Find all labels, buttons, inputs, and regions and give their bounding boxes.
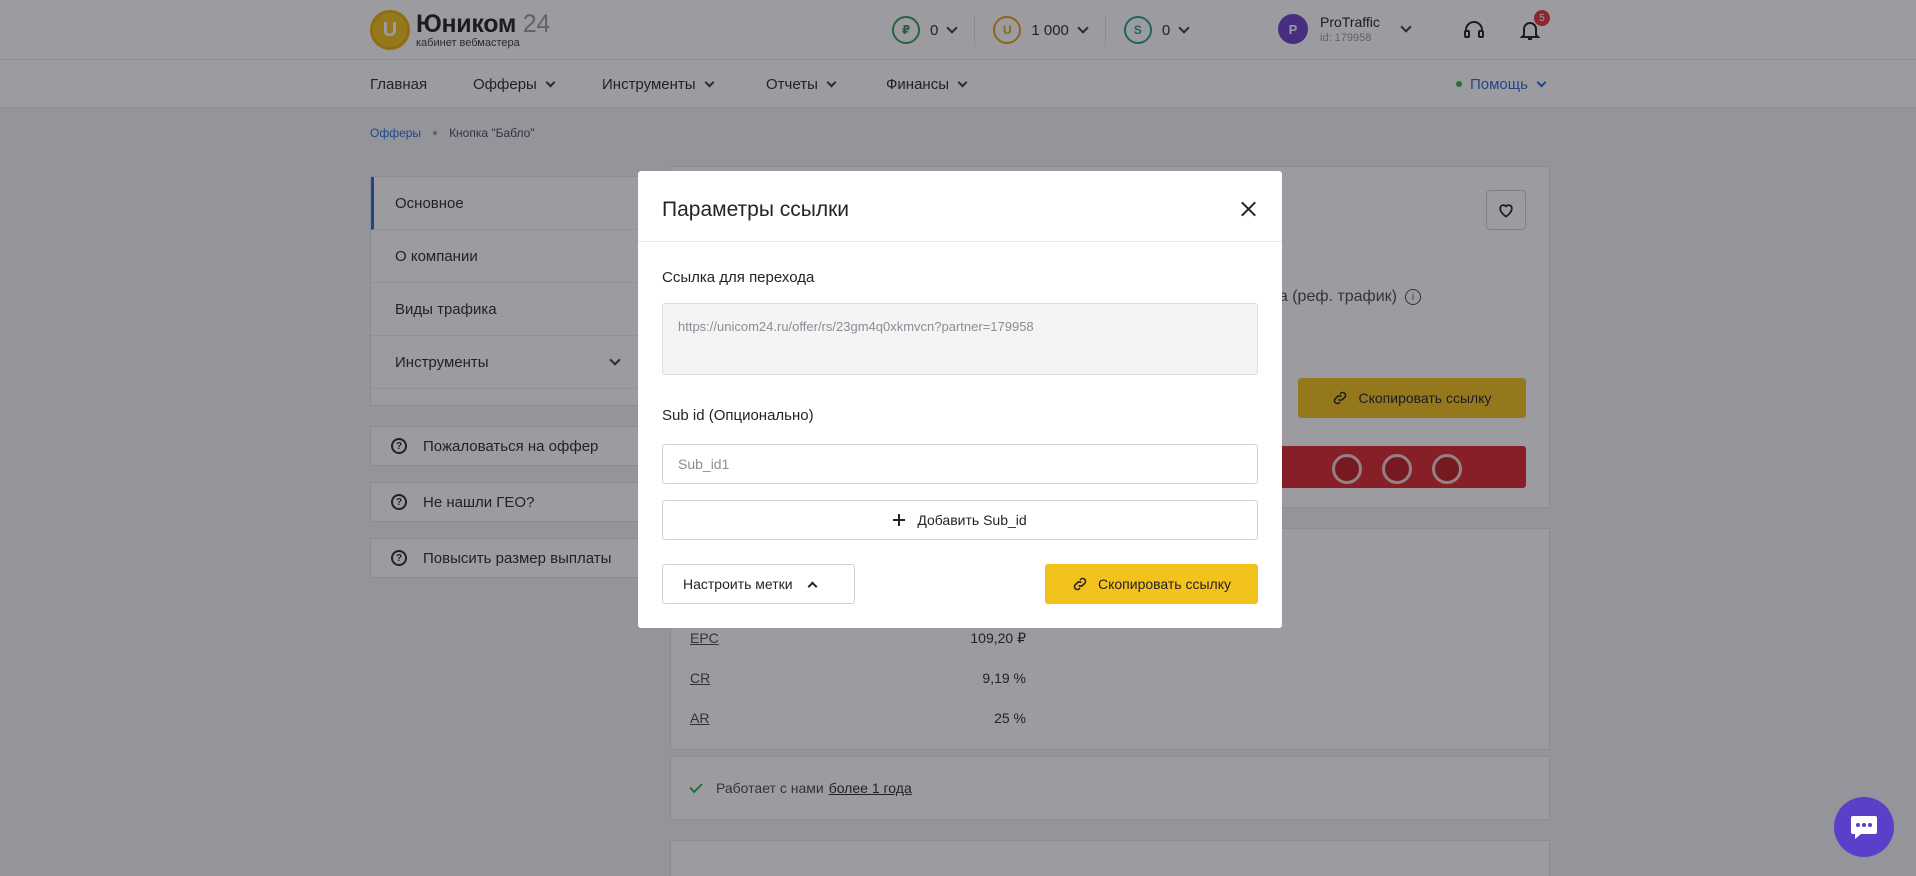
link-label: Ссылка для перехода: [662, 269, 815, 286]
close-icon[interactable]: [1240, 201, 1256, 217]
link-icon: [1073, 577, 1087, 591]
modal-header: Параметры ссылки: [638, 171, 1282, 242]
chat-icon: [1851, 816, 1877, 839]
chat-button[interactable]: [1834, 797, 1894, 857]
modal-title: Параметры ссылки: [662, 198, 850, 221]
configure-tags-button[interactable]: Настроить метки: [662, 564, 855, 604]
copy-link-button[interactable]: Скопировать ссылку: [1045, 564, 1258, 604]
subid-label: Sub id (Опционально): [662, 407, 814, 424]
plus-icon: [893, 514, 906, 526]
chevron-up-icon: [807, 581, 818, 591]
subid-input[interactable]: [662, 444, 1258, 484]
link-params-modal: Параметры ссылки Ссылка для перехода htt…: [638, 171, 1282, 628]
tracking-link-field[interactable]: https://unicom24.ru/offer/rs/23gm4q0xkmv…: [662, 303, 1258, 375]
add-subid-button[interactable]: Добавить Sub_id: [662, 500, 1258, 540]
